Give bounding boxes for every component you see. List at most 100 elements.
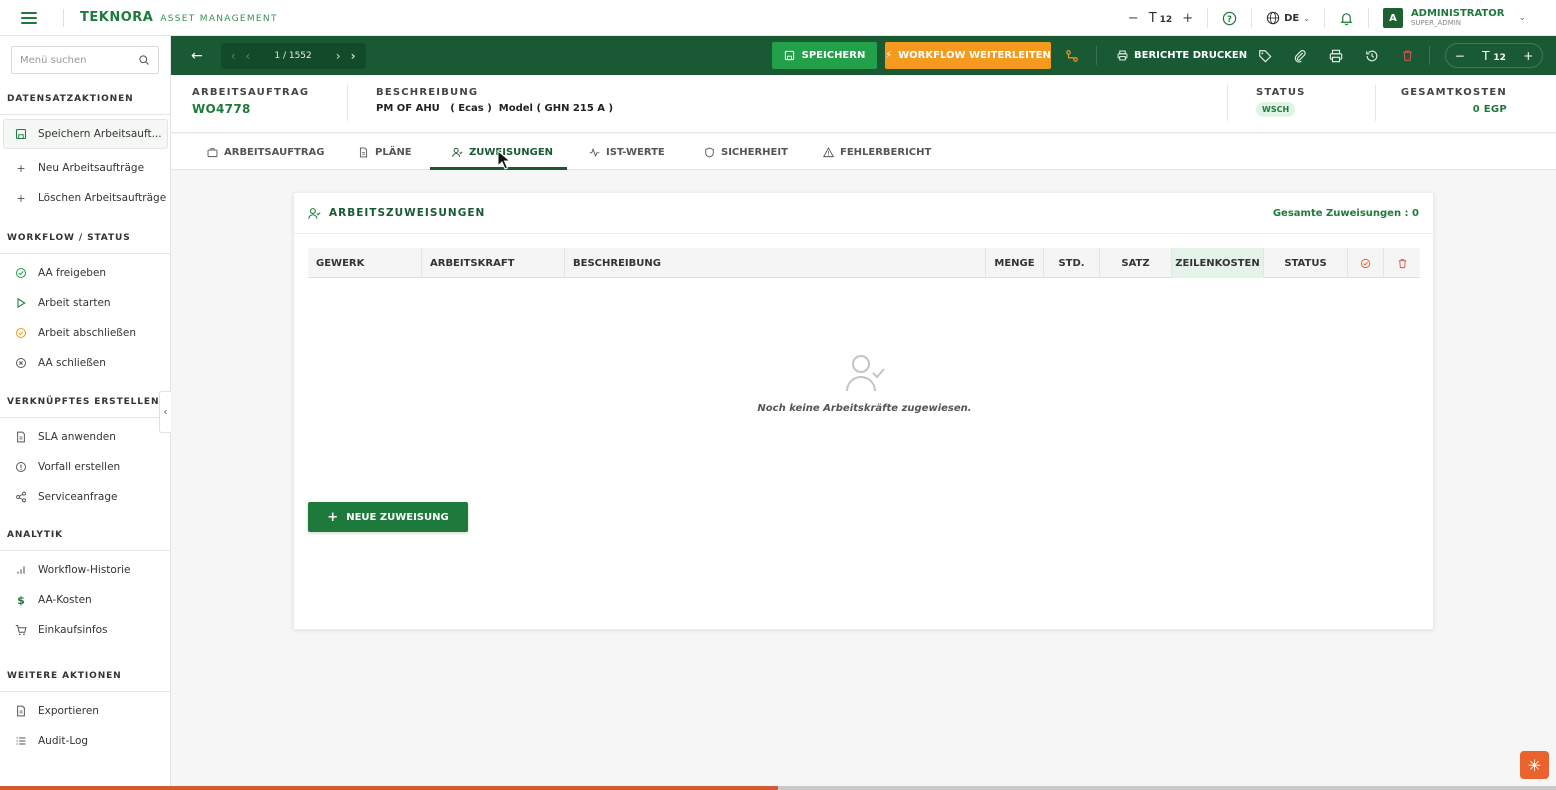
zoom-in-button[interactable]: + (1523, 49, 1533, 63)
help-icon[interactable]: ? (1222, 11, 1237, 26)
column-header-status[interactable]: STATUS (1264, 248, 1348, 278)
globe-icon (1266, 11, 1280, 25)
tab-work-order[interactable]: ARBEITSAUFTRAG (207, 134, 325, 170)
text-size-icon: T (1482, 48, 1490, 63)
divider (1227, 85, 1228, 121)
document-icon (15, 705, 27, 717)
record-header: ARBEITSAUFTRAG WO4778 BESCHREIBUNG PM OF… (171, 75, 1556, 133)
record-toolbar: ← ‹ ‹ 1 / 1552 › › SPEICHERN ⚡ WORKFLOW … (171, 36, 1556, 75)
sidebar-item-close-wo[interactable]: AA schließen (0, 348, 171, 378)
section-analytics: ANALYTIK Workflow-Historie $ AA-Kosten E… (0, 526, 171, 645)
tab-actuals[interactable]: IST-WERTE (589, 134, 665, 170)
trash-icon[interactable] (1401, 36, 1414, 75)
user-check-icon (452, 147, 463, 157)
column-header-trade[interactable]: GEWERK (308, 248, 422, 278)
language-selector[interactable]: DE ⌄ (1266, 11, 1310, 25)
plus-icon: + (327, 509, 339, 525)
sidebar-item-purchasing-info[interactable]: Einkaufsinfos (0, 615, 171, 645)
card-title: ARBEITSZUWEISUNGEN (308, 207, 485, 220)
tab-label: FEHLERBERICHT (840, 146, 932, 158)
column-header-labor[interactable]: ARBEITSKRAFT (422, 248, 565, 278)
tab-safety[interactable]: SICHERHEIT (704, 134, 788, 170)
divider (1207, 8, 1209, 28)
sidebar-search[interactable] (11, 46, 159, 74)
tab-plans[interactable]: PLÄNE (358, 134, 412, 170)
paperclip-icon[interactable] (1293, 36, 1307, 75)
check-circle-icon (15, 267, 27, 279)
sparkle-icon: ✳ (1527, 755, 1542, 775)
assignments-table-header: GEWERK ARBEITSKRAFT BESCHREIBUNG MENGE S… (308, 248, 1420, 278)
list-icon (15, 735, 27, 747)
last-page-icon[interactable]: › (351, 49, 356, 63)
menu-icon[interactable] (21, 11, 37, 24)
sidebar-item-complete-work[interactable]: Arbeit abschließen (0, 318, 171, 348)
column-header-quantity[interactable]: MENGE (986, 248, 1044, 278)
sidebar-item-label: SLA anwenden (38, 431, 116, 443)
sidebar-item-wo-costs[interactable]: $ AA-Kosten (0, 585, 171, 615)
text-size-icon: T (1148, 10, 1157, 26)
sidebar-item-approve[interactable]: AA freigeben (0, 258, 171, 288)
tab-label: ZUWEISUNGEN (469, 146, 554, 158)
divider (1323, 8, 1325, 28)
sidebar-item-start-work[interactable]: Arbeit starten (0, 288, 171, 318)
history-icon[interactable] (1365, 36, 1379, 75)
font-increase-button[interactable]: + (1182, 11, 1193, 26)
chevron-down-icon: ⌄ (1303, 13, 1310, 23)
mouse-cursor-icon (497, 150, 511, 170)
sidebar-item-export[interactable]: Exportieren (0, 696, 171, 726)
brand-divider (63, 8, 64, 27)
font-decrease-button[interactable]: − (1128, 11, 1139, 26)
brand-logo[interactable]: TEKNORA ASSET MANAGEMENT (80, 10, 278, 25)
sidebar-item-workflow-history[interactable]: Workflow-Historie (0, 555, 171, 585)
forward-workflow-button[interactable]: ⚡ WORKFLOW WEITERLEITEN (885, 42, 1051, 69)
search-icon[interactable] (138, 54, 150, 66)
column-header-rate[interactable]: SATZ (1100, 248, 1172, 278)
prev-page-icon[interactable]: ‹ (246, 49, 251, 63)
next-page-icon[interactable]: › (336, 49, 341, 63)
column-header-description[interactable]: BESCHREIBUNG (565, 248, 986, 278)
column-header-line-cost[interactable]: ZEILENKOSTEN (1172, 248, 1264, 278)
forward-workflow-label: WORKFLOW WEITERLEITEN (898, 50, 1051, 61)
divider (1375, 85, 1376, 121)
zoom-control: − T 12 + (1445, 43, 1543, 68)
zoom-out-button[interactable]: − (1455, 49, 1465, 63)
sidebar-item-audit-log[interactable]: Audit-Log (0, 726, 171, 756)
first-page-icon[interactable]: ‹ (231, 49, 236, 63)
section-more-actions: WEITERE AKTIONEN Exportieren Audit-Log (0, 667, 171, 756)
column-header-hours[interactable]: STD. (1044, 248, 1100, 278)
svg-text:?: ? (1227, 13, 1232, 23)
user-menu[interactable]: A ADMINISTRATOR SUPER_ADMIN ⌄ (1382, 8, 1526, 28)
menu-search-input[interactable] (20, 54, 130, 66)
back-arrow-icon[interactable]: ← (191, 48, 203, 64)
x-circle-icon (15, 357, 27, 369)
total-cost-field: GESAMTKOSTEN 0 EGP (1377, 87, 1507, 115)
chevron-down-icon: ⌄ (1518, 13, 1526, 23)
sidebar-item-delete-work-order[interactable]: + Löschen Arbeitsaufträge (0, 183, 171, 213)
sidebar-item-apply-sla[interactable]: SLA anwenden (0, 422, 171, 452)
sidebar-collapse-button[interactable]: ‹ (159, 391, 171, 433)
divider (1096, 46, 1097, 65)
bell-icon[interactable] (1339, 11, 1354, 26)
sidebar-item-label: AA freigeben (38, 267, 107, 279)
plus-icon: + (16, 161, 26, 175)
workflow-route-icon[interactable] (1065, 36, 1079, 75)
sidebar-item-save-work-order[interactable]: Speichern Arbeitsauft... (3, 119, 168, 149)
sidebar-item-service-request[interactable]: Serviceanfrage (0, 482, 171, 512)
column-header-delete[interactable] (1384, 248, 1420, 278)
assistant-button[interactable]: ✳ (1520, 751, 1549, 779)
sidebar-item-create-incident[interactable]: Vorfall erstellen (0, 452, 171, 482)
tab-failure-report[interactable]: FEHLERBERICHT (823, 134, 931, 170)
section-heading: DATENSATZAKTIONEN (7, 94, 134, 104)
sidebar-item-label: Löschen Arbeitsaufträge (38, 192, 167, 204)
activity-icon (589, 147, 600, 157)
print-reports-button[interactable]: BERICHTE DRUCKEN (1117, 36, 1247, 75)
sidebar-item-new-work-order[interactable]: + Neu Arbeitsaufträge (0, 153, 171, 183)
tag-icon[interactable] (1258, 36, 1272, 75)
column-header-approve[interactable] (1348, 248, 1384, 278)
user-check-icon (308, 207, 321, 219)
new-assignment-button[interactable]: + NEUE ZUWEISUNG (308, 502, 468, 532)
section-heading: WORKFLOW / STATUS (7, 233, 131, 243)
section-workflow-status: WORKFLOW / STATUS AA freigeben Arbeit st… (0, 229, 171, 378)
save-button[interactable]: SPEICHERN (772, 42, 877, 69)
printer-icon[interactable] (1329, 36, 1343, 75)
